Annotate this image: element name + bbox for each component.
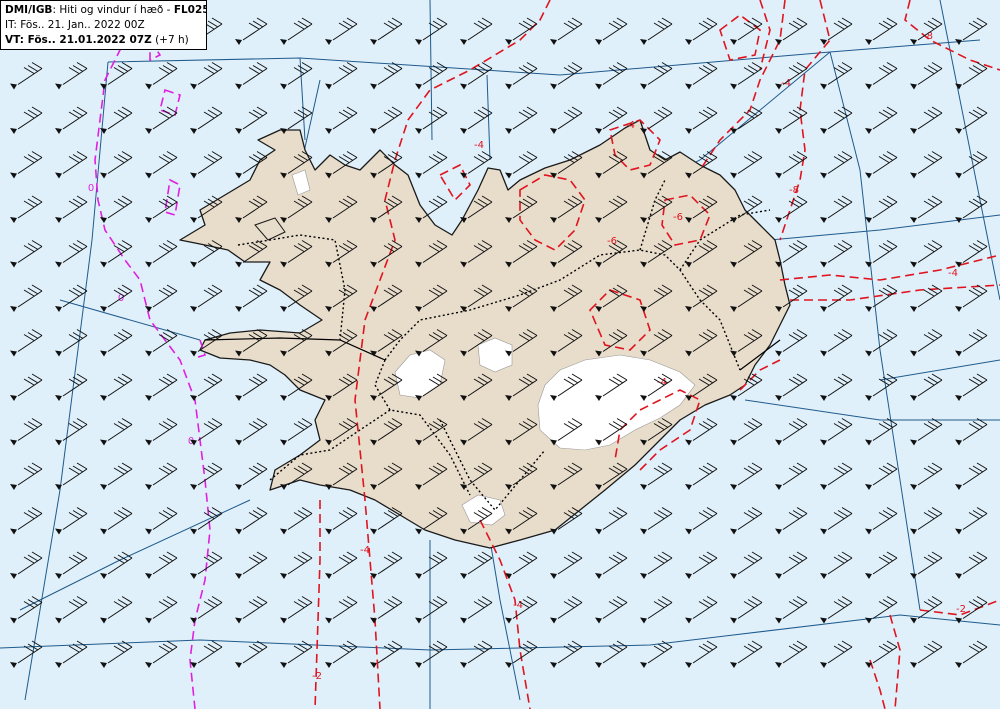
- header-valid-line: VT: Fös.. 21.01.2022 07Z (+7 h): [5, 33, 202, 48]
- header-lead-time: (+7 h): [155, 34, 189, 46]
- contour-label: -4: [474, 140, 484, 151]
- contour-label: -6: [673, 212, 683, 223]
- contour-label: -4: [360, 545, 370, 556]
- contour-label: -8: [923, 31, 933, 42]
- contour-label: -4: [948, 268, 958, 279]
- header-org: DMI/IGB: [5, 4, 53, 16]
- contour-label: -2: [956, 604, 966, 615]
- weather-map: -4 -4 -4 -4 -6 -6 -4 -8 -8 -4 -4 -2 -2 0…: [0, 0, 1000, 709]
- header-issue-time: IT: Fös.. 21. Jan.. 2022 00Z: [5, 19, 145, 31]
- header-product: Hiti og vindur í hæð: [59, 4, 164, 16]
- map-canvas: -4 -4 -4 -4 -6 -6 -4 -8 -8 -4 -4 -2 -2 0…: [0, 0, 1000, 709]
- contour-label: -4: [625, 120, 635, 131]
- header-valid-time: VT: Fös.. 21.01.2022 07Z: [5, 34, 152, 46]
- map-header: DMI/IGB: Hiti og vindur í hæð - FL025 IT…: [0, 0, 207, 50]
- contour-label: -2: [312, 671, 322, 682]
- contour-label: -8: [789, 185, 799, 196]
- header-level: FL025: [173, 4, 207, 16]
- contour-label: 0: [88, 183, 94, 194]
- contour-label: -4: [513, 600, 523, 611]
- header-title-line: DMI/IGB: Hiti og vindur í hæð - FL025: [5, 3, 206, 18]
